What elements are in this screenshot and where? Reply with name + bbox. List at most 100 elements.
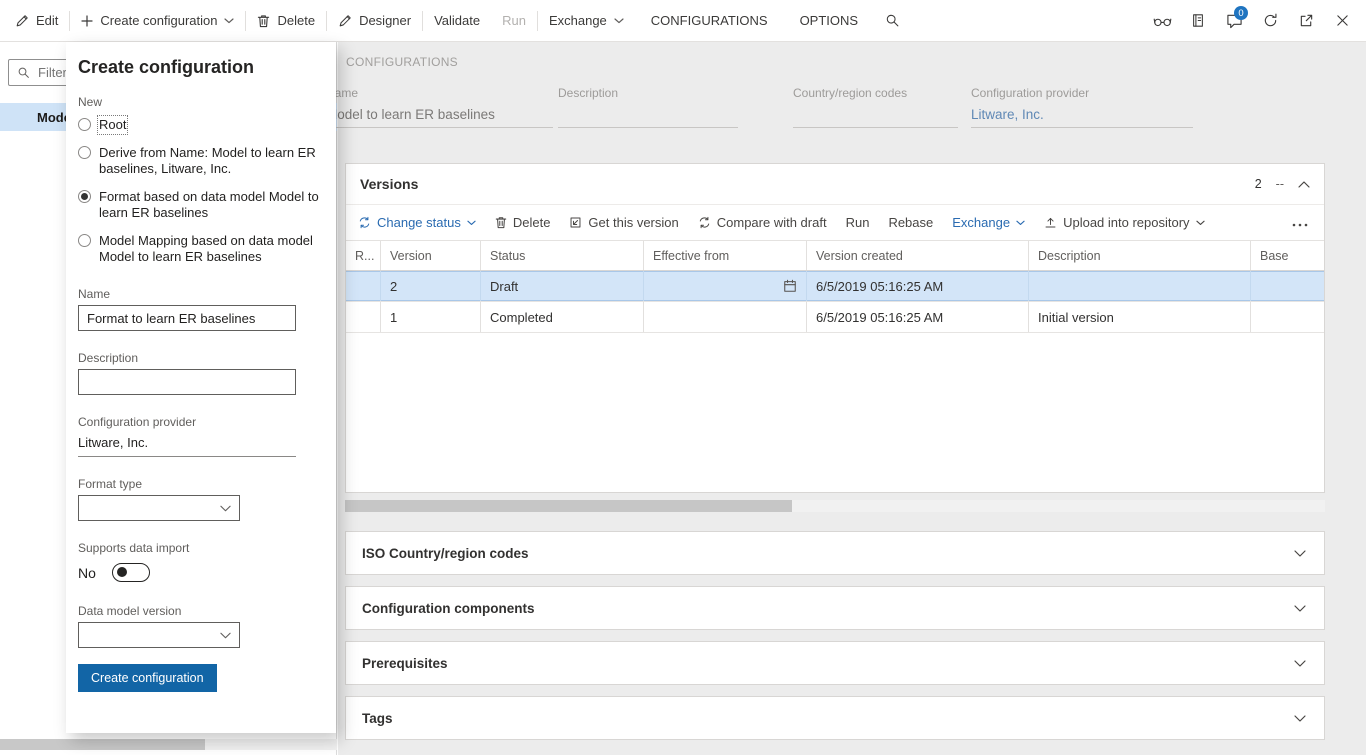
create-configuration-button[interactable]: Create configuration [70,0,245,41]
version-row-draft[interactable]: 2 Draft 6/5/2019 05:16:25 AM [346,271,1324,302]
grid-horizontal-scrollbar[interactable] [345,500,1325,512]
radio-unselected-icon[interactable] [78,234,91,247]
provider-lookup-field[interactable]: Litware, Inc. [78,435,296,457]
upload-into-repository-label: Upload into repository [1063,215,1189,230]
section-configuration-components[interactable]: Configuration components [345,586,1325,630]
column-header-description[interactable]: Description [1029,241,1251,270]
chevron-down-icon [1294,715,1306,722]
column-header-version-created[interactable]: Version created [807,241,1029,270]
main-content: CONFIGURATIONS Name Model to learn ER ba… [338,42,1366,755]
name-input[interactable] [78,305,296,331]
version-exchange-button[interactable]: Exchange [952,215,1025,230]
column-header-status[interactable]: Status [481,241,644,270]
data-model-version-dropdown[interactable] [78,622,240,648]
upload-into-repository-button[interactable]: Upload into repository [1044,215,1204,230]
header-field-country-codes: Country/region codes [793,86,958,128]
option-derive[interactable]: Derive from Name: Model to learn ER base… [78,145,320,177]
description-cell: Initial version [1029,302,1251,332]
version-run-button[interactable]: Run [846,215,870,230]
more-commands-button[interactable] [1288,211,1312,234]
option-format-based[interactable]: Format based on data model Model to lear… [78,189,320,221]
version-created-cell: 6/5/2019 05:16:25 AM [807,271,1029,301]
refresh-icon [1263,13,1278,28]
collapse-chevron-up-icon[interactable] [1298,181,1310,188]
row-select-cell[interactable] [346,302,381,332]
section-iso-country-region-codes[interactable]: ISO Country/region codes [345,531,1325,575]
chevron-down-icon [467,220,476,226]
filter-search-icon [17,66,30,79]
book-button[interactable] [1180,0,1216,41]
supports-data-import-row: No [78,563,320,582]
page-section-title: CONFIGURATIONS [346,55,458,69]
versions-overflow-indicator: -- [1276,177,1284,191]
toggle-value-label: No [78,565,96,581]
description-cell [1029,271,1251,301]
description-input[interactable] [78,369,296,395]
tab-options[interactable]: OPTIONS [784,0,875,41]
column-header-version[interactable]: Version [381,241,481,270]
chevron-down-icon [1294,660,1306,667]
supports-data-import-toggle[interactable] [112,563,150,582]
version-row-completed[interactable]: 1 Completed 6/5/2019 05:16:25 AM Initial… [346,302,1324,333]
new-option-group: Root Derive from Name: Model to learn ER… [78,117,320,265]
pop-out-button[interactable] [1288,0,1324,41]
validate-label: Validate [434,13,480,28]
grid-empty-area [346,333,1324,492]
refresh-button[interactable] [1252,0,1288,41]
version-run-label: Run [846,215,870,230]
format-type-field-label: Format type [78,477,320,491]
effective-from-cell[interactable] [644,271,807,301]
radio-unselected-icon[interactable] [78,146,91,159]
base-cell [1251,271,1324,301]
chevron-down-icon [614,18,624,24]
options-label: OPTIONS [800,13,859,28]
designer-button[interactable]: Designer [327,0,422,41]
delete-button[interactable]: Delete [246,0,326,41]
notifications-button[interactable]: 0 [1216,0,1252,41]
validate-button[interactable]: Validate [423,0,491,41]
get-this-version-button[interactable]: Get this version [569,215,678,230]
chevron-down-icon [1294,605,1306,612]
chevron-down-icon [1196,220,1205,226]
column-header-rowselect[interactable]: R... [346,241,381,270]
scrollbar-thumb[interactable] [345,500,792,512]
radio-unselected-icon[interactable] [78,118,91,131]
create-configuration-submit-button[interactable]: Create configuration [78,664,217,692]
scrollbar-thumb[interactable] [0,739,205,750]
column-header-effective-from[interactable]: Effective from [644,241,807,270]
upload-icon [1044,216,1057,229]
section-tags[interactable]: Tags [345,696,1325,740]
option-model-mapping[interactable]: Model Mapping based on data model Model … [78,233,320,265]
format-type-dropdown[interactable] [78,495,240,521]
dialog-title: Create configuration [78,56,320,78]
row-select-cell[interactable] [346,271,381,301]
header-field-provider: Configuration provider Litware, Inc. [971,86,1193,128]
tab-configurations[interactable]: CONFIGURATIONS [635,0,784,41]
option-root[interactable]: Root [78,117,320,133]
change-status-label: Change status [377,215,461,230]
section-prerequisites[interactable]: Prerequisites [345,641,1325,685]
calendar-icon[interactable] [783,279,797,293]
provider-field-label: Configuration provider [78,415,320,429]
version-delete-button[interactable]: Delete [495,215,551,230]
trash-icon [257,14,270,28]
search-icon [885,13,900,28]
provider-link[interactable]: Litware, Inc. [971,107,1193,128]
tree-horizontal-scrollbar[interactable] [0,739,337,750]
field-label: Name [326,86,553,100]
system-buttons: 0 [1144,0,1366,41]
section-label: Configuration components [362,601,535,616]
compare-with-draft-button[interactable]: Compare with draft [698,215,827,230]
rebase-button[interactable]: Rebase [888,215,933,230]
edit-button[interactable]: Edit [4,0,69,41]
radio-selected-icon[interactable] [78,190,91,203]
close-button[interactable] [1324,0,1360,41]
search-button[interactable] [874,0,911,41]
column-header-base[interactable]: Base [1251,241,1324,270]
change-status-button[interactable]: Change status [358,215,476,230]
versions-panel: Versions 2 -- Change status Delete [345,163,1325,493]
exchange-button[interactable]: Exchange [538,0,635,41]
field-label: Country/region codes [793,86,958,100]
version-cell: 2 [381,271,481,301]
glasses-button[interactable] [1144,0,1180,41]
